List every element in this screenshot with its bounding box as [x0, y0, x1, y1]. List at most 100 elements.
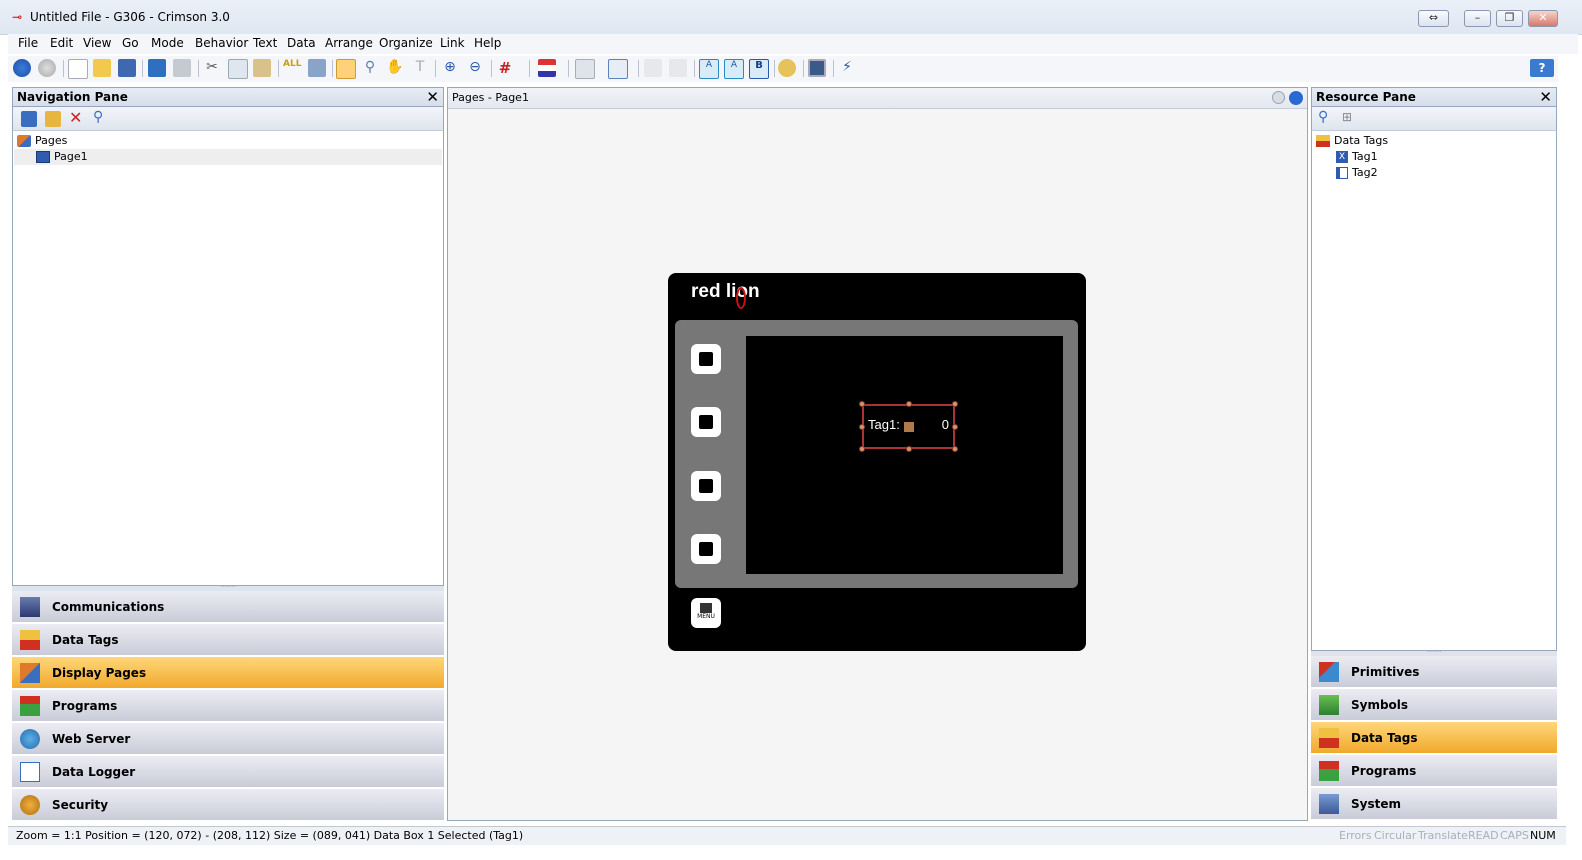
category-web-server[interactable]: Web Server — [12, 723, 444, 755]
resize-handle[interactable] — [952, 424, 958, 430]
resource-categories: Primitives Symbols Data Tags Programs Sy… — [1311, 656, 1557, 821]
pan-hand-icon[interactable]: ✋ — [386, 59, 404, 77]
tree-item-data-tags[interactable]: Data Tags — [1316, 133, 1388, 149]
data-box[interactable]: Tag1: 0 — [859, 401, 958, 452]
resize-handle[interactable] — [859, 401, 865, 407]
device-logo: red lion — [691, 281, 760, 302]
close-icon[interactable]: ✕ — [426, 89, 439, 105]
select-pointer-icon[interactable] — [336, 59, 356, 79]
forward-icon[interactable] — [38, 59, 56, 77]
find-icon[interactable] — [308, 59, 326, 77]
back-icon[interactable] — [13, 59, 31, 77]
align-options-icon[interactable] — [608, 59, 628, 79]
zoom-out-icon[interactable]: ⊖ — [466, 59, 484, 77]
open-folder-icon[interactable] — [93, 59, 111, 77]
align-left-icon[interactable] — [575, 59, 595, 79]
menu-arrange[interactable]: Arrange — [325, 36, 373, 50]
resize-handle[interactable] — [859, 424, 865, 430]
menu-view[interactable]: View — [83, 36, 111, 50]
title-bar: ⊸ Untitled File - G306 - Crimson 3.0 ⇔ –… — [0, 0, 1582, 35]
category-system[interactable]: System — [1311, 788, 1557, 820]
softkey-1[interactable] — [691, 344, 721, 374]
category-data-tags[interactable]: Data Tags — [12, 624, 444, 656]
zoom-tool-icon[interactable]: ⚲ — [361, 59, 379, 77]
data-logger-icon — [20, 762, 40, 782]
bold-icon[interactable]: B — [749, 59, 769, 79]
category-primitives[interactable]: Primitives — [1311, 656, 1557, 688]
maximize-button[interactable]: ❐ — [1496, 10, 1523, 27]
minimize-button[interactable]: – — [1464, 10, 1491, 27]
resize-handle[interactable] — [952, 401, 958, 407]
menu-mode[interactable]: Mode — [151, 36, 184, 50]
softkey-4[interactable] — [691, 534, 721, 564]
tree-item-tag2[interactable]: Tag2 — [1336, 165, 1378, 181]
language-flag-icon[interactable] — [538, 59, 556, 77]
redo-icon[interactable] — [173, 59, 191, 77]
save-icon[interactable] — [118, 59, 136, 77]
menu-key[interactable]: MENU — [691, 598, 721, 628]
tree-item-page1[interactable]: Page1 — [14, 149, 442, 165]
tree-view-icon[interactable]: ⊞ — [1342, 110, 1356, 126]
tree-item-tag1[interactable]: X Tag1 — [1336, 149, 1378, 165]
cut-icon[interactable]: ✂ — [203, 59, 221, 77]
menu-edit[interactable]: Edit — [50, 36, 73, 50]
softkey-2[interactable] — [691, 407, 721, 437]
restore-layout-button[interactable]: ⇔ — [1418, 10, 1449, 27]
resize-handle[interactable] — [859, 446, 865, 452]
menu-organize[interactable]: Organize — [379, 36, 433, 50]
font-large-icon[interactable]: A — [699, 59, 719, 79]
select-all-icon[interactable]: ALL — [283, 59, 301, 77]
display-preview-icon[interactable] — [808, 59, 826, 77]
search-icon[interactable]: ⚲ — [93, 109, 109, 125]
menu-file[interactable]: File — [18, 36, 38, 50]
menu-help[interactable]: Help — [474, 36, 501, 50]
category-display-pages[interactable]: Display Pages — [12, 657, 444, 689]
device-panel: red lion Tag1: 0 MENU — [668, 273, 1086, 651]
menu-go[interactable]: Go — [122, 36, 139, 50]
symbols-icon — [1319, 695, 1339, 715]
search-icon[interactable]: ⚲ — [1318, 109, 1334, 125]
device-screen[interactable]: Tag1: 0 — [746, 336, 1063, 574]
close-icon[interactable]: ✕ — [1539, 89, 1552, 105]
close-window-button[interactable]: ✕ — [1528, 10, 1558, 27]
add-page-icon[interactable] — [21, 111, 37, 127]
grid-icon[interactable]: # — [496, 59, 514, 77]
add-folder-icon[interactable] — [45, 111, 61, 127]
nav-up-icon[interactable] — [1289, 91, 1303, 105]
resize-handle[interactable] — [906, 446, 912, 452]
send-transfer-icon[interactable]: ⚡ — [838, 59, 856, 77]
delete-icon[interactable]: ✕ — [69, 108, 85, 127]
category-security[interactable]: Security — [12, 789, 444, 821]
copy-icon[interactable] — [228, 59, 248, 79]
tree-item-pages[interactable]: Pages — [17, 133, 67, 149]
help-icon[interactable]: ? — [1530, 59, 1554, 77]
nav-down-icon[interactable] — [1272, 91, 1285, 104]
menu-data[interactable]: Data — [287, 36, 316, 50]
resize-handle[interactable] — [906, 401, 912, 407]
text-tool-icon[interactable]: T — [411, 59, 429, 77]
page-icon — [36, 151, 50, 163]
list-indent-icon[interactable] — [644, 59, 662, 77]
menu-bar: File Edit View Go Mode Behavior Text Dat… — [8, 34, 1578, 54]
category-programs-resource[interactable]: Programs — [1311, 755, 1557, 787]
pages-folder-icon — [17, 135, 31, 147]
category-communications[interactable]: Communications — [12, 591, 444, 623]
category-data-logger[interactable]: Data Logger — [12, 756, 444, 788]
menu-text[interactable]: Text — [253, 36, 277, 50]
softkey-3[interactable] — [691, 471, 721, 501]
programs-icon — [1319, 761, 1339, 781]
list-outdent-icon[interactable] — [669, 59, 687, 77]
menu-link[interactable]: Link — [440, 36, 465, 50]
paste-icon[interactable] — [253, 59, 271, 77]
category-data-tags-resource[interactable]: Data Tags — [1311, 722, 1557, 754]
zoom-in-icon[interactable]: ⊕ — [441, 59, 459, 77]
new-file-icon[interactable] — [68, 59, 88, 79]
font-small-icon[interactable]: A — [724, 59, 744, 79]
category-programs[interactable]: Programs — [12, 690, 444, 722]
status-circular: Circular — [1374, 829, 1417, 842]
handshake-icon[interactable] — [778, 59, 796, 77]
undo-icon[interactable] — [148, 59, 166, 77]
category-symbols[interactable]: Symbols — [1311, 689, 1557, 721]
menu-behavior[interactable]: Behavior — [195, 36, 248, 50]
resize-handle[interactable] — [952, 446, 958, 452]
